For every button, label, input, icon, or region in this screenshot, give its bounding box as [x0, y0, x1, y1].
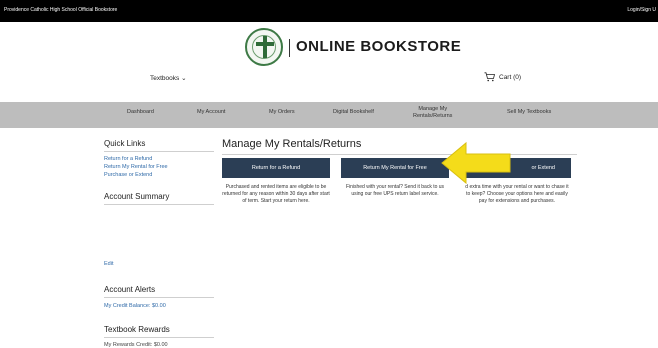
cart-label: Cart (0) — [499, 73, 522, 81]
menu-item-my-orders[interactable]: My Orders — [269, 109, 295, 115]
sidebar: Quick Links Return for a Refund Return M… — [104, 139, 214, 348]
credit-balance[interactable]: My Credit Balance: $0.00 — [104, 303, 214, 309]
account-alerts-heading: Account Alerts — [104, 285, 214, 298]
page-title: Manage My Rentals/Returns — [222, 138, 577, 155]
menu-item-dashboard[interactable]: Dashboard — [127, 109, 154, 115]
edit-link[interactable]: Edit — [104, 261, 214, 267]
return-for-refund-button[interactable]: Return for a Refund — [222, 158, 330, 178]
quick-links-heading: Quick Links — [104, 139, 214, 152]
main-content: Manage My Rentals/Returns Return for a R… — [222, 138, 582, 204]
school-seal-icon[interactable] — [245, 28, 283, 66]
quick-link-free-return[interactable]: Return My Rental for Free — [104, 164, 214, 170]
logo-divider — [289, 39, 290, 57]
login-link[interactable]: Login/Sign U — [627, 7, 656, 13]
textbooks-dropdown[interactable]: Textbooks ⌄ — [150, 74, 187, 82]
cart-icon — [484, 72, 495, 82]
quick-link-purchase-extend[interactable]: Purchase or Extend — [104, 172, 214, 178]
top-bar: Providence Catholic High School Official… — [0, 0, 658, 22]
return-rental-free-button[interactable]: Return My Rental for Free — [341, 158, 449, 178]
menu-item-manage-rentals[interactable]: Manage My Rentals/Returns — [413, 106, 452, 120]
menu-item-my-account[interactable]: My Account — [197, 109, 225, 115]
nav-row: Textbooks ⌄ Cart (0) — [0, 71, 658, 85]
menu-item-sell-textbooks[interactable]: Sell My Textbooks — [507, 109, 551, 115]
refund-card: Return for a Refund Purchased and rented… — [222, 158, 330, 205]
extend-description: d extra time with your rental or want to… — [465, 184, 569, 204]
menu-item-digital-bookshelf[interactable]: Digital Bookshelf — [333, 109, 374, 115]
textbooks-label: Textbooks — [150, 75, 180, 82]
refund-description: Purchased and rented items are eligible … — [222, 184, 330, 204]
free-return-description: Finished with your rental? Send it back … — [345, 184, 445, 197]
yellow-arrow-icon — [441, 141, 511, 185]
cart-link[interactable]: Cart (0) — [484, 72, 521, 82]
account-summary-heading: Account Summary — [104, 192, 214, 205]
quick-link-refund[interactable]: Return for a Refund — [104, 156, 214, 162]
account-menu: Dashboard My Account My Orders Digital B… — [0, 102, 658, 128]
store-name: Providence Catholic High School Official… — [4, 7, 118, 13]
logo-title[interactable]: ONLINE BOOKSTORE — [296, 38, 461, 55]
rewards-credit: My Rewards Credit: $0.00 — [104, 342, 168, 348]
logo-area: ONLINE BOOKSTORE — [0, 28, 658, 72]
free-return-card: Return My Rental for Free Finished with … — [341, 158, 449, 198]
chevron-down-icon: ⌄ — [181, 75, 187, 82]
